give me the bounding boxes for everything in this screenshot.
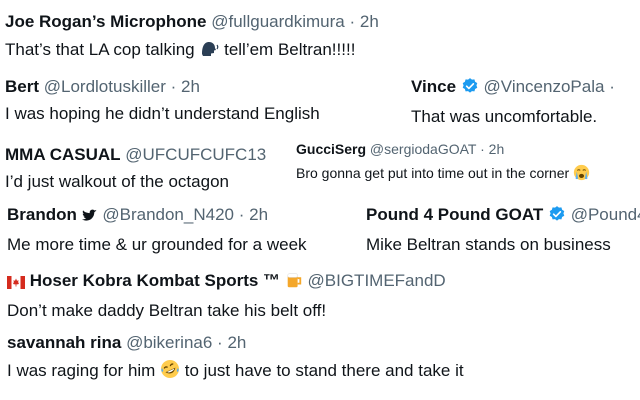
tweet-text-part: tell’em Beltran!!!!! bbox=[219, 40, 356, 59]
tweet-text: Bro gonna get put into time out in the c… bbox=[296, 164, 590, 186]
tweet-joe-rogans-microphone: Joe Rogan’s Microphone @fullguardkimura … bbox=[5, 11, 379, 64]
tweet-text: Mike Beltran stands on business bbox=[366, 235, 611, 254]
handle[interactable]: @BIGTIMEFandD bbox=[308, 271, 446, 290]
display-name[interactable]: GucciSerg bbox=[296, 141, 366, 157]
tweet-header: Bert @Lordlotuskiller · 2h bbox=[5, 76, 320, 98]
tweet-text: Don’t make daddy Beltran take his belt o… bbox=[7, 301, 327, 320]
tweet-brandon: Brandon @Brandon_N420 · 2h Me more time … bbox=[7, 204, 307, 256]
rofl-face-icon bbox=[160, 359, 180, 385]
speaking-head-icon bbox=[199, 38, 219, 64]
tweet-hoser-kobra-kombat-sports: Hoser Kobra Kombat Sports ™ @BIGTIMEFand… bbox=[7, 270, 446, 322]
crying-face-icon bbox=[573, 164, 590, 186]
display-name[interactable]: Vince bbox=[411, 77, 456, 96]
tweet-pound-4-pound-goat: Pound 4 Pound GOAT @Pound4 Mike Beltran … bbox=[366, 204, 640, 256]
tweet-text: That’s that LA cop talking tell’em Beltr… bbox=[5, 38, 379, 64]
verified-badge-icon bbox=[461, 77, 479, 101]
handle[interactable]: @bikerina6 bbox=[126, 333, 212, 352]
display-name[interactable]: Pound 4 Pound GOAT bbox=[366, 205, 543, 224]
tweet-savannah-rina: savannah rina @bikerina6 · 2h I was ragi… bbox=[7, 332, 464, 385]
separator-dot: · bbox=[609, 77, 615, 96]
bird-icon bbox=[81, 207, 98, 229]
verified-badge-icon bbox=[548, 205, 566, 229]
tweet-text: I’d just walkout of the octagon bbox=[5, 172, 229, 191]
separator-dot: · bbox=[170, 77, 177, 96]
timestamp[interactable]: 2h bbox=[227, 333, 246, 352]
separator-dot: · bbox=[217, 333, 223, 352]
tweet-vince: Vince @VincenzoPala · That was uncomfort… bbox=[411, 76, 615, 128]
display-name[interactable]: Hoser Kobra Kombat Sports ™ bbox=[30, 271, 280, 290]
tweet-bert: Bert @Lordlotuskiller · 2h I was hoping … bbox=[5, 76, 320, 125]
tweet-header: MMA CASUAL @UFCUFCUFC13 bbox=[5, 144, 266, 166]
timestamp[interactable]: 2h bbox=[249, 205, 268, 224]
tweet-text: Me more time & ur grounded for a week bbox=[7, 235, 307, 254]
display-name[interactable]: MMA CASUAL bbox=[5, 145, 121, 164]
handle[interactable]: @sergiodaGOAT bbox=[370, 141, 476, 157]
tweet-header: savannah rina @bikerina6 · 2h bbox=[7, 332, 464, 354]
separator-dot: · bbox=[238, 205, 245, 224]
tweet-text: I was hoping he didn’t understand Englis… bbox=[5, 104, 320, 123]
tweet-header: Brandon @Brandon_N420 · 2h bbox=[7, 204, 307, 229]
canada-flag-icon bbox=[7, 273, 25, 295]
timestamp[interactable]: 2h bbox=[181, 77, 200, 96]
tweet-mma-casual: MMA CASUAL @UFCUFCUFC13 I’d just walkout… bbox=[5, 144, 266, 193]
handle[interactable]: @Brandon_N420 bbox=[102, 205, 234, 224]
timestamp[interactable]: 2h bbox=[360, 12, 379, 31]
tweet-text-part: That’s that LA cop talking bbox=[5, 40, 200, 59]
tweet-text-part: I was raging for him bbox=[7, 361, 161, 380]
display-name[interactable]: savannah rina bbox=[7, 333, 121, 352]
tweet-header: GucciSerg @sergiodaGOAT · 2h bbox=[296, 140, 590, 159]
handle[interactable]: @UFCUFCUFC13 bbox=[125, 145, 266, 164]
separator-dot: · bbox=[480, 141, 485, 157]
tweet-header: Hoser Kobra Kombat Sports ™ @BIGTIMEFand… bbox=[7, 270, 446, 295]
tweet-header: Pound 4 Pound GOAT @Pound4 bbox=[366, 204, 640, 229]
tweet-text-part: to just have to stand there and take it bbox=[180, 361, 464, 380]
separator-dot: · bbox=[349, 12, 356, 31]
handle[interactable]: @fullguardkimura bbox=[211, 12, 344, 31]
timestamp[interactable]: 2h bbox=[489, 141, 505, 157]
display-name[interactable]: Bert bbox=[5, 77, 39, 96]
handle[interactable]: @VincenzoPala bbox=[484, 77, 605, 96]
handle[interactable]: @Pound4 bbox=[571, 205, 640, 224]
tweet-text: I was raging for him to just have to sta… bbox=[7, 359, 464, 385]
display-name[interactable]: Brandon bbox=[7, 205, 77, 224]
tweet-header: Joe Rogan’s Microphone @fullguardkimura … bbox=[5, 11, 379, 33]
display-name[interactable]: Joe Rogan’s Microphone bbox=[5, 12, 207, 31]
tweet-text-part: Bro gonna get put into time out in the c… bbox=[296, 165, 570, 181]
tweet-gucciserg: GucciSerg @sergiodaGOAT · 2h Bro gonna g… bbox=[296, 140, 590, 186]
tweet-text: That was uncomfortable. bbox=[411, 107, 598, 126]
beer-mug-icon bbox=[285, 271, 303, 295]
tweet-header: Vince @VincenzoPala · bbox=[411, 76, 615, 101]
handle[interactable]: @Lordlotuskiller bbox=[44, 77, 166, 96]
